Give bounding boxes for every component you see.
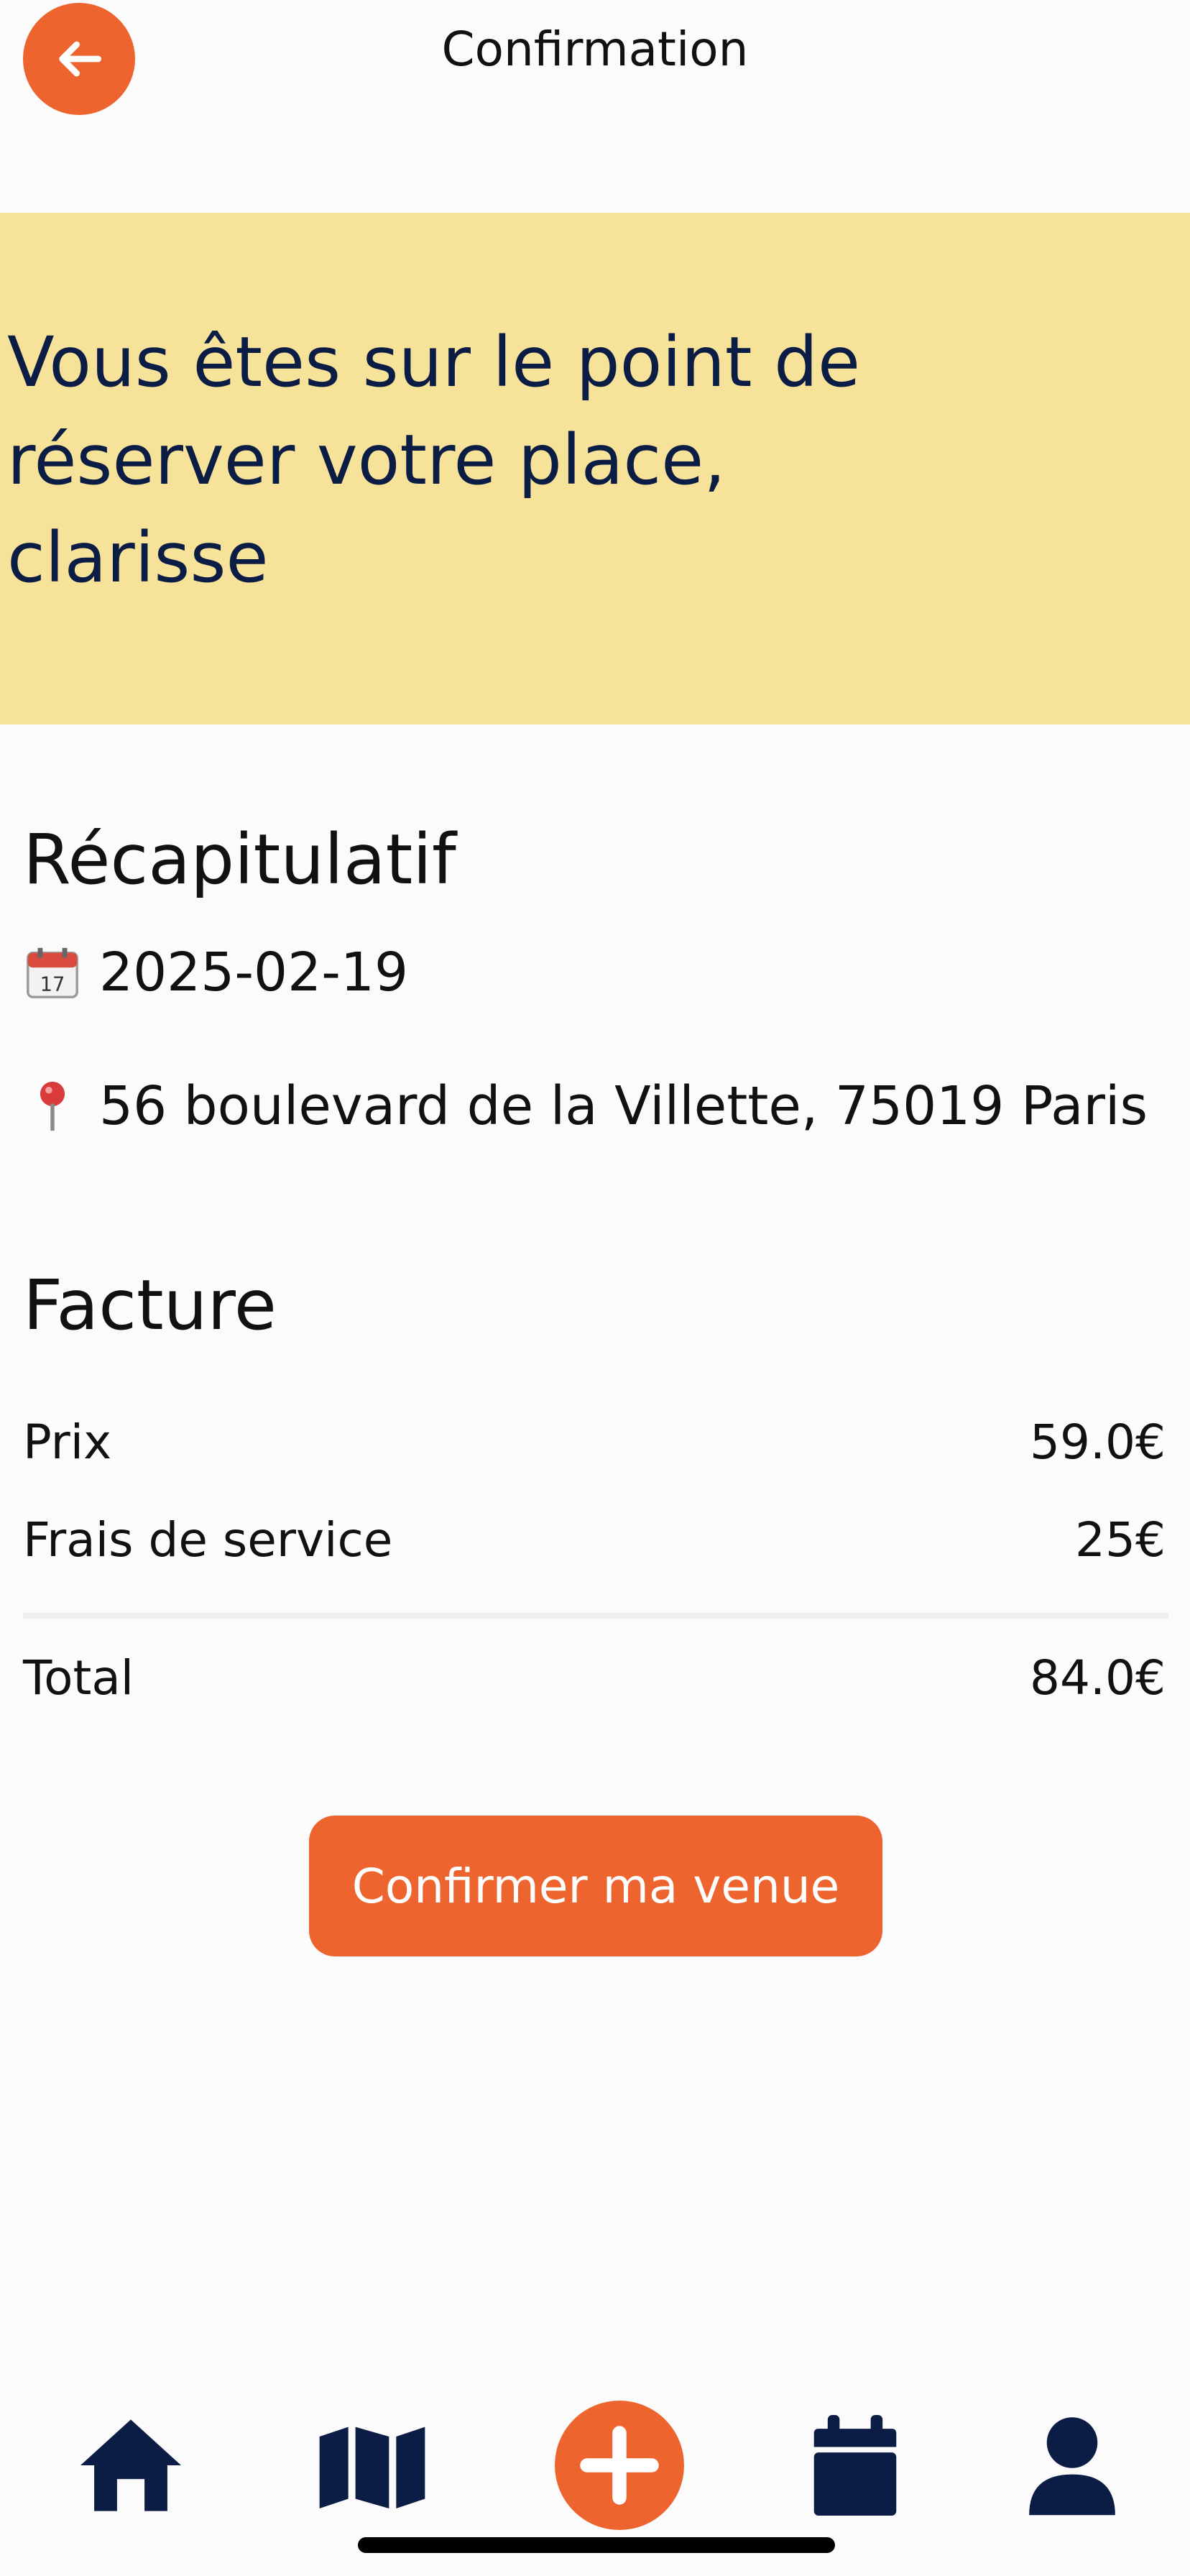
- calendar-icon: [813, 2415, 897, 2516]
- invoice-total-value: 84.0€: [1030, 1650, 1166, 1706]
- nav-profile[interactable]: [1007, 2401, 1137, 2530]
- summary-date: 2025-02-19: [99, 942, 409, 1003]
- greeting-banner: Vous êtes sur le point de réserver votre…: [0, 213, 1190, 724]
- home-icon: [80, 2419, 181, 2511]
- nav-add[interactable]: [555, 2401, 684, 2530]
- invoice-row-service-fee: Frais de service 25€: [23, 1512, 1166, 1568]
- invoice-row-price: Prix 59.0€: [23, 1414, 1166, 1470]
- invoice-price-value: 59.0€: [1030, 1414, 1166, 1470]
- invoice-row-total: Total 84.0€: [23, 1650, 1166, 1706]
- banner-text: Vous êtes sur le point de réserver votre…: [7, 313, 927, 607]
- summary-title: Récapitulatif: [23, 819, 456, 900]
- nav-home[interactable]: [66, 2401, 195, 2530]
- plus-icon: [555, 2401, 684, 2530]
- pin-icon: [40, 1081, 65, 1131]
- invoice-title: Facture: [23, 1265, 277, 1346]
- invoice-price-label: Prix: [23, 1414, 112, 1470]
- invoice-divider: [23, 1613, 1168, 1619]
- confirm-button[interactable]: Confirmer ma venue: [309, 1816, 882, 1956]
- invoice-service-fee-value: 25€: [1075, 1512, 1166, 1568]
- summary-address: 56 boulevard de la Villette, 75019 Paris: [99, 1075, 1148, 1137]
- invoice-total-label: Total: [23, 1650, 134, 1706]
- page-title: Confirmation: [441, 22, 749, 77]
- banner-line-3: clarisse: [7, 518, 269, 598]
- home-indicator: [358, 2537, 835, 2553]
- confirmation-screen: Confirmation Vous êtes sur le point de r…: [0, 0, 1190, 2576]
- summary-address-row: 56 boulevard de la Villette, 75019 Paris: [23, 1075, 1148, 1137]
- map-icon: [319, 2426, 425, 2508]
- banner-line-2: réserver votre place,: [7, 420, 726, 500]
- invoice-service-fee-label: Frais de service: [23, 1512, 393, 1568]
- nav-map[interactable]: [308, 2401, 437, 2530]
- profile-icon: [1029, 2417, 1115, 2516]
- banner-line-1: Vous êtes sur le point de: [7, 322, 861, 402]
- summary-date-row: 17 2025-02-19: [23, 942, 408, 1003]
- svg-text:17: 17: [40, 974, 65, 996]
- nav-calendar[interactable]: [790, 2401, 920, 2530]
- calendar-icon: 17: [27, 947, 78, 998]
